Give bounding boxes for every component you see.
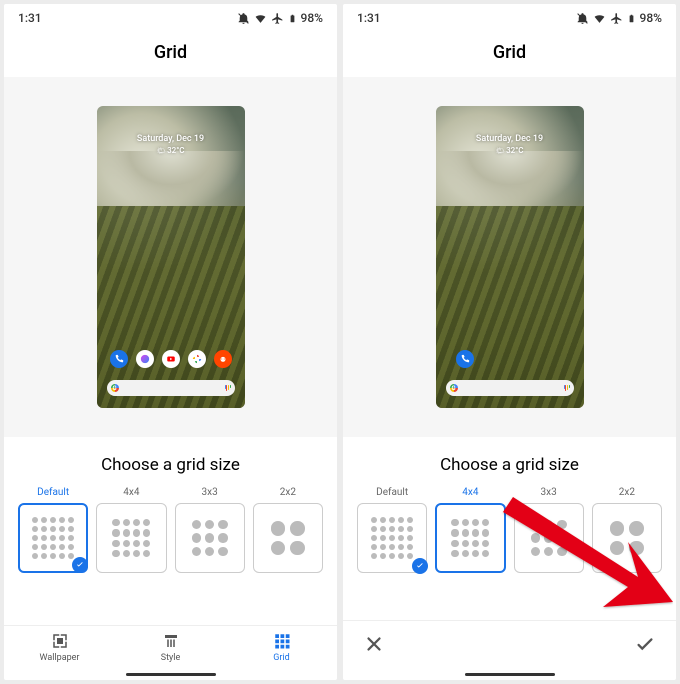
choose-grid-label: Choose a grid size	[4, 437, 337, 487]
status-time: 1:31	[18, 11, 42, 25]
home-preview: Saturday, Dec 19 32°C	[436, 106, 584, 408]
google-icon	[450, 384, 458, 392]
confirm-bar	[343, 620, 676, 667]
youtube-icon	[162, 350, 180, 368]
status-time: 1:31	[357, 11, 381, 25]
battery-icon	[288, 12, 297, 25]
airplane-icon	[271, 12, 284, 25]
airplane-icon	[610, 12, 623, 25]
status-right: 98%	[576, 11, 662, 25]
preview-app-row	[436, 350, 584, 368]
tab-grid[interactable]: Grid	[226, 632, 337, 663]
left-screenshot: 1:31 98% Grid Saturday, Dec 19 32°C	[4, 4, 337, 680]
grid-option-3x3[interactable]: 3x3	[514, 487, 584, 573]
bottom-tabs: Wallpaper Style Grid	[4, 625, 337, 667]
battery-percent: 98%	[301, 11, 323, 25]
phone-icon	[456, 350, 474, 368]
assistant-icon	[225, 385, 231, 391]
wifi-icon	[254, 12, 267, 25]
preview-area: Saturday, Dec 19 32°C	[4, 77, 337, 437]
grid-option-default[interactable]: Default	[18, 487, 88, 573]
nav-handle[interactable]	[126, 673, 216, 676]
bell-off-icon	[237, 12, 250, 25]
status-bar: 1:31 98%	[343, 4, 676, 32]
preview-search	[446, 380, 574, 396]
check-icon	[412, 558, 428, 574]
right-screenshot: 1:31 98% Grid Saturday, Dec 19 32°C	[343, 4, 676, 680]
photos-icon	[188, 350, 206, 368]
preview-date: Saturday, Dec 19 32°C	[97, 134, 245, 155]
home-preview: Saturday, Dec 19 32°C	[97, 106, 245, 408]
check-icon	[72, 557, 88, 573]
reddit-icon	[214, 350, 232, 368]
page-title: Grid	[4, 32, 337, 77]
confirm-button[interactable]	[634, 633, 656, 659]
wifi-icon	[593, 12, 606, 25]
grid-option-2x2[interactable]: 2x2	[592, 487, 662, 573]
preview-date: Saturday, Dec 19 32°C	[436, 134, 584, 155]
bell-off-icon	[576, 12, 589, 25]
grid-options-row: Default 4x4 3x3 2x2	[343, 487, 676, 573]
grid-option-4x4[interactable]: 4x4	[435, 487, 505, 573]
grid-option-2x2[interactable]: 2x2	[253, 487, 323, 573]
phone-icon	[110, 350, 128, 368]
grid-option-4x4[interactable]: 4x4	[96, 487, 166, 573]
battery-percent: 98%	[640, 11, 662, 25]
status-bar: 1:31 98%	[4, 4, 337, 32]
tab-wallpaper[interactable]: Wallpaper	[4, 632, 115, 663]
battery-icon	[627, 12, 636, 25]
preview-area: Saturday, Dec 19 32°C	[343, 77, 676, 437]
page-title: Grid	[343, 32, 676, 77]
assistant-icon	[564, 385, 570, 391]
grid-icon	[273, 632, 291, 650]
grid-option-3x3[interactable]: 3x3	[175, 487, 245, 573]
wallpaper-icon	[51, 632, 69, 650]
nav-handle[interactable]	[465, 673, 555, 676]
preview-app-row	[97, 350, 245, 368]
grid-options-row: Default 4x4 3x3 2x2	[4, 487, 337, 573]
preview-search	[107, 380, 235, 396]
messenger-icon	[136, 350, 154, 368]
grid-option-default[interactable]: Default	[357, 487, 427, 573]
style-icon	[162, 632, 180, 650]
cancel-button[interactable]	[363, 633, 385, 659]
choose-grid-label: Choose a grid size	[343, 437, 676, 487]
tab-style[interactable]: Style	[115, 632, 226, 663]
status-right: 98%	[237, 11, 323, 25]
google-icon	[111, 384, 119, 392]
